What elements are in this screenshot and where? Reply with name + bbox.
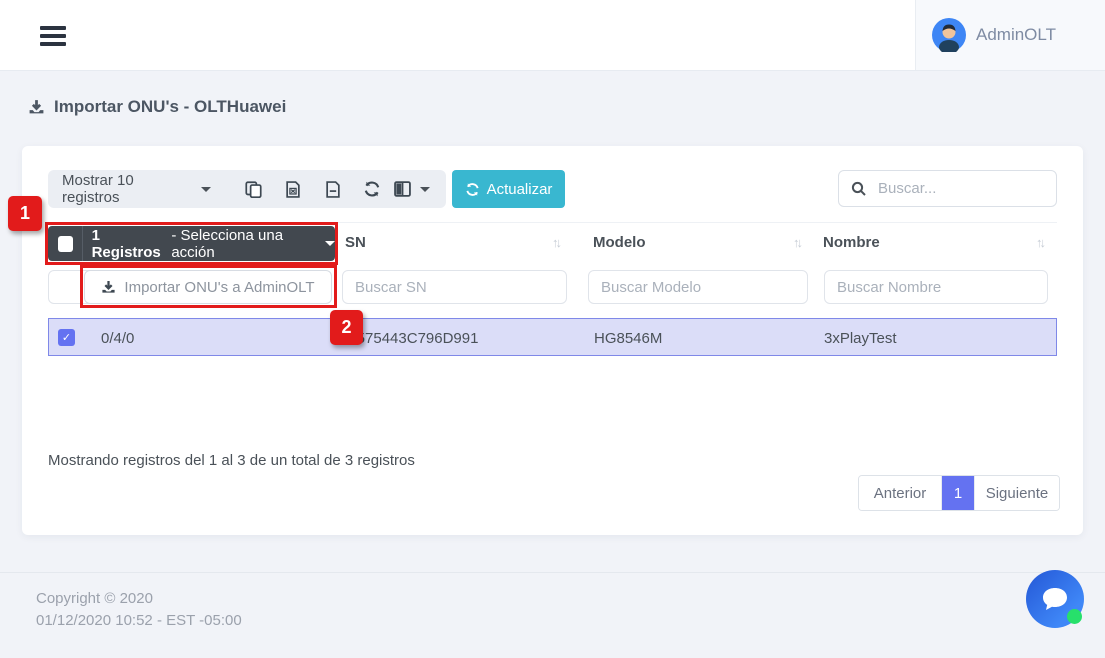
chevron-down-icon	[420, 187, 430, 192]
cell-modelo: HG8546M	[594, 319, 662, 357]
user-name: AdminOLT	[976, 25, 1056, 45]
chat-bubble-icon	[1040, 585, 1070, 613]
excel-export-button[interactable]	[273, 181, 313, 198]
user-menu[interactable]: AdminOLT	[915, 0, 1105, 70]
search-icon	[851, 181, 867, 197]
chevron-down-icon	[201, 187, 211, 192]
import-onus-button[interactable]: Importar ONU's a AdminOLT	[84, 270, 332, 304]
pagination-next[interactable]: Siguiente	[974, 476, 1059, 510]
selected-count: 1 Registros	[92, 227, 167, 261]
sort-icon[interactable]: ↑↓	[552, 235, 559, 250]
column-header-nombre[interactable]: Nombre	[823, 234, 880, 251]
pagination: Anterior 1 Siguiente	[858, 475, 1060, 511]
annotation-badge-1: 1	[8, 196, 42, 231]
global-search	[838, 170, 1057, 207]
action-label: - Selecciona una acción	[171, 227, 317, 261]
table-top-border	[48, 222, 1057, 223]
import-icon	[101, 280, 116, 295]
refresh-icon	[465, 182, 480, 197]
page-title: Importar ONU's - OLTHuawei	[28, 97, 286, 117]
cell-port: 0/4/0	[101, 319, 134, 357]
cell-nombre: 3xPlayTest	[824, 319, 897, 357]
pagination-prev[interactable]: Anterior	[859, 476, 942, 510]
sn-filter-input[interactable]	[342, 270, 567, 304]
copyright-text: Copyright © 2020	[36, 590, 153, 607]
avatar	[932, 18, 966, 52]
table-toolbar: Mostrar 10 registros	[48, 170, 446, 208]
nombre-filter-input[interactable]	[824, 270, 1048, 304]
column-header-modelo[interactable]: Modelo	[593, 234, 646, 251]
row-checkbox[interactable]: ✓	[58, 329, 75, 346]
annotation-badge-2: 2	[330, 310, 363, 345]
menu-toggle-icon[interactable]	[40, 26, 66, 46]
bulk-action-dropdown[interactable]: 1 Registros - Selecciona una acción	[48, 226, 335, 261]
search-input[interactable]	[876, 179, 1030, 198]
chevron-down-icon	[325, 241, 335, 246]
footer-divider	[0, 572, 1105, 573]
page-length-select[interactable]: Mostrar 10 registros	[62, 172, 211, 206]
sort-icon[interactable]: ↑↓	[1036, 235, 1043, 250]
table-info: Mostrando registros del 1 al 3 de un tot…	[48, 452, 415, 469]
online-status-dot	[1067, 609, 1082, 624]
pagination-page-1[interactable]: 1	[942, 476, 974, 510]
modelo-filter-input[interactable]	[588, 270, 808, 304]
column-header-sn[interactable]: SN	[345, 234, 366, 251]
actualizar-button[interactable]: Actualizar	[452, 170, 565, 208]
refresh-button[interactable]	[353, 180, 393, 198]
import-icon	[28, 99, 45, 116]
check-icon: ✓	[62, 331, 71, 344]
select-all-checkbox[interactable]	[58, 236, 73, 252]
datetime-text: 01/12/2020 10:52 - EST -05:00	[36, 612, 242, 629]
table-row[interactable]: ✓ 0/4/0 48575443C796D991 HG8546M 3xPlayT…	[48, 318, 1057, 356]
pdf-export-button[interactable]	[313, 181, 353, 198]
copy-button[interactable]	[233, 181, 273, 198]
chat-widget-button[interactable]	[1026, 570, 1084, 628]
column-visibility-button[interactable]	[392, 181, 432, 197]
sort-icon[interactable]: ↑↓	[793, 235, 800, 250]
